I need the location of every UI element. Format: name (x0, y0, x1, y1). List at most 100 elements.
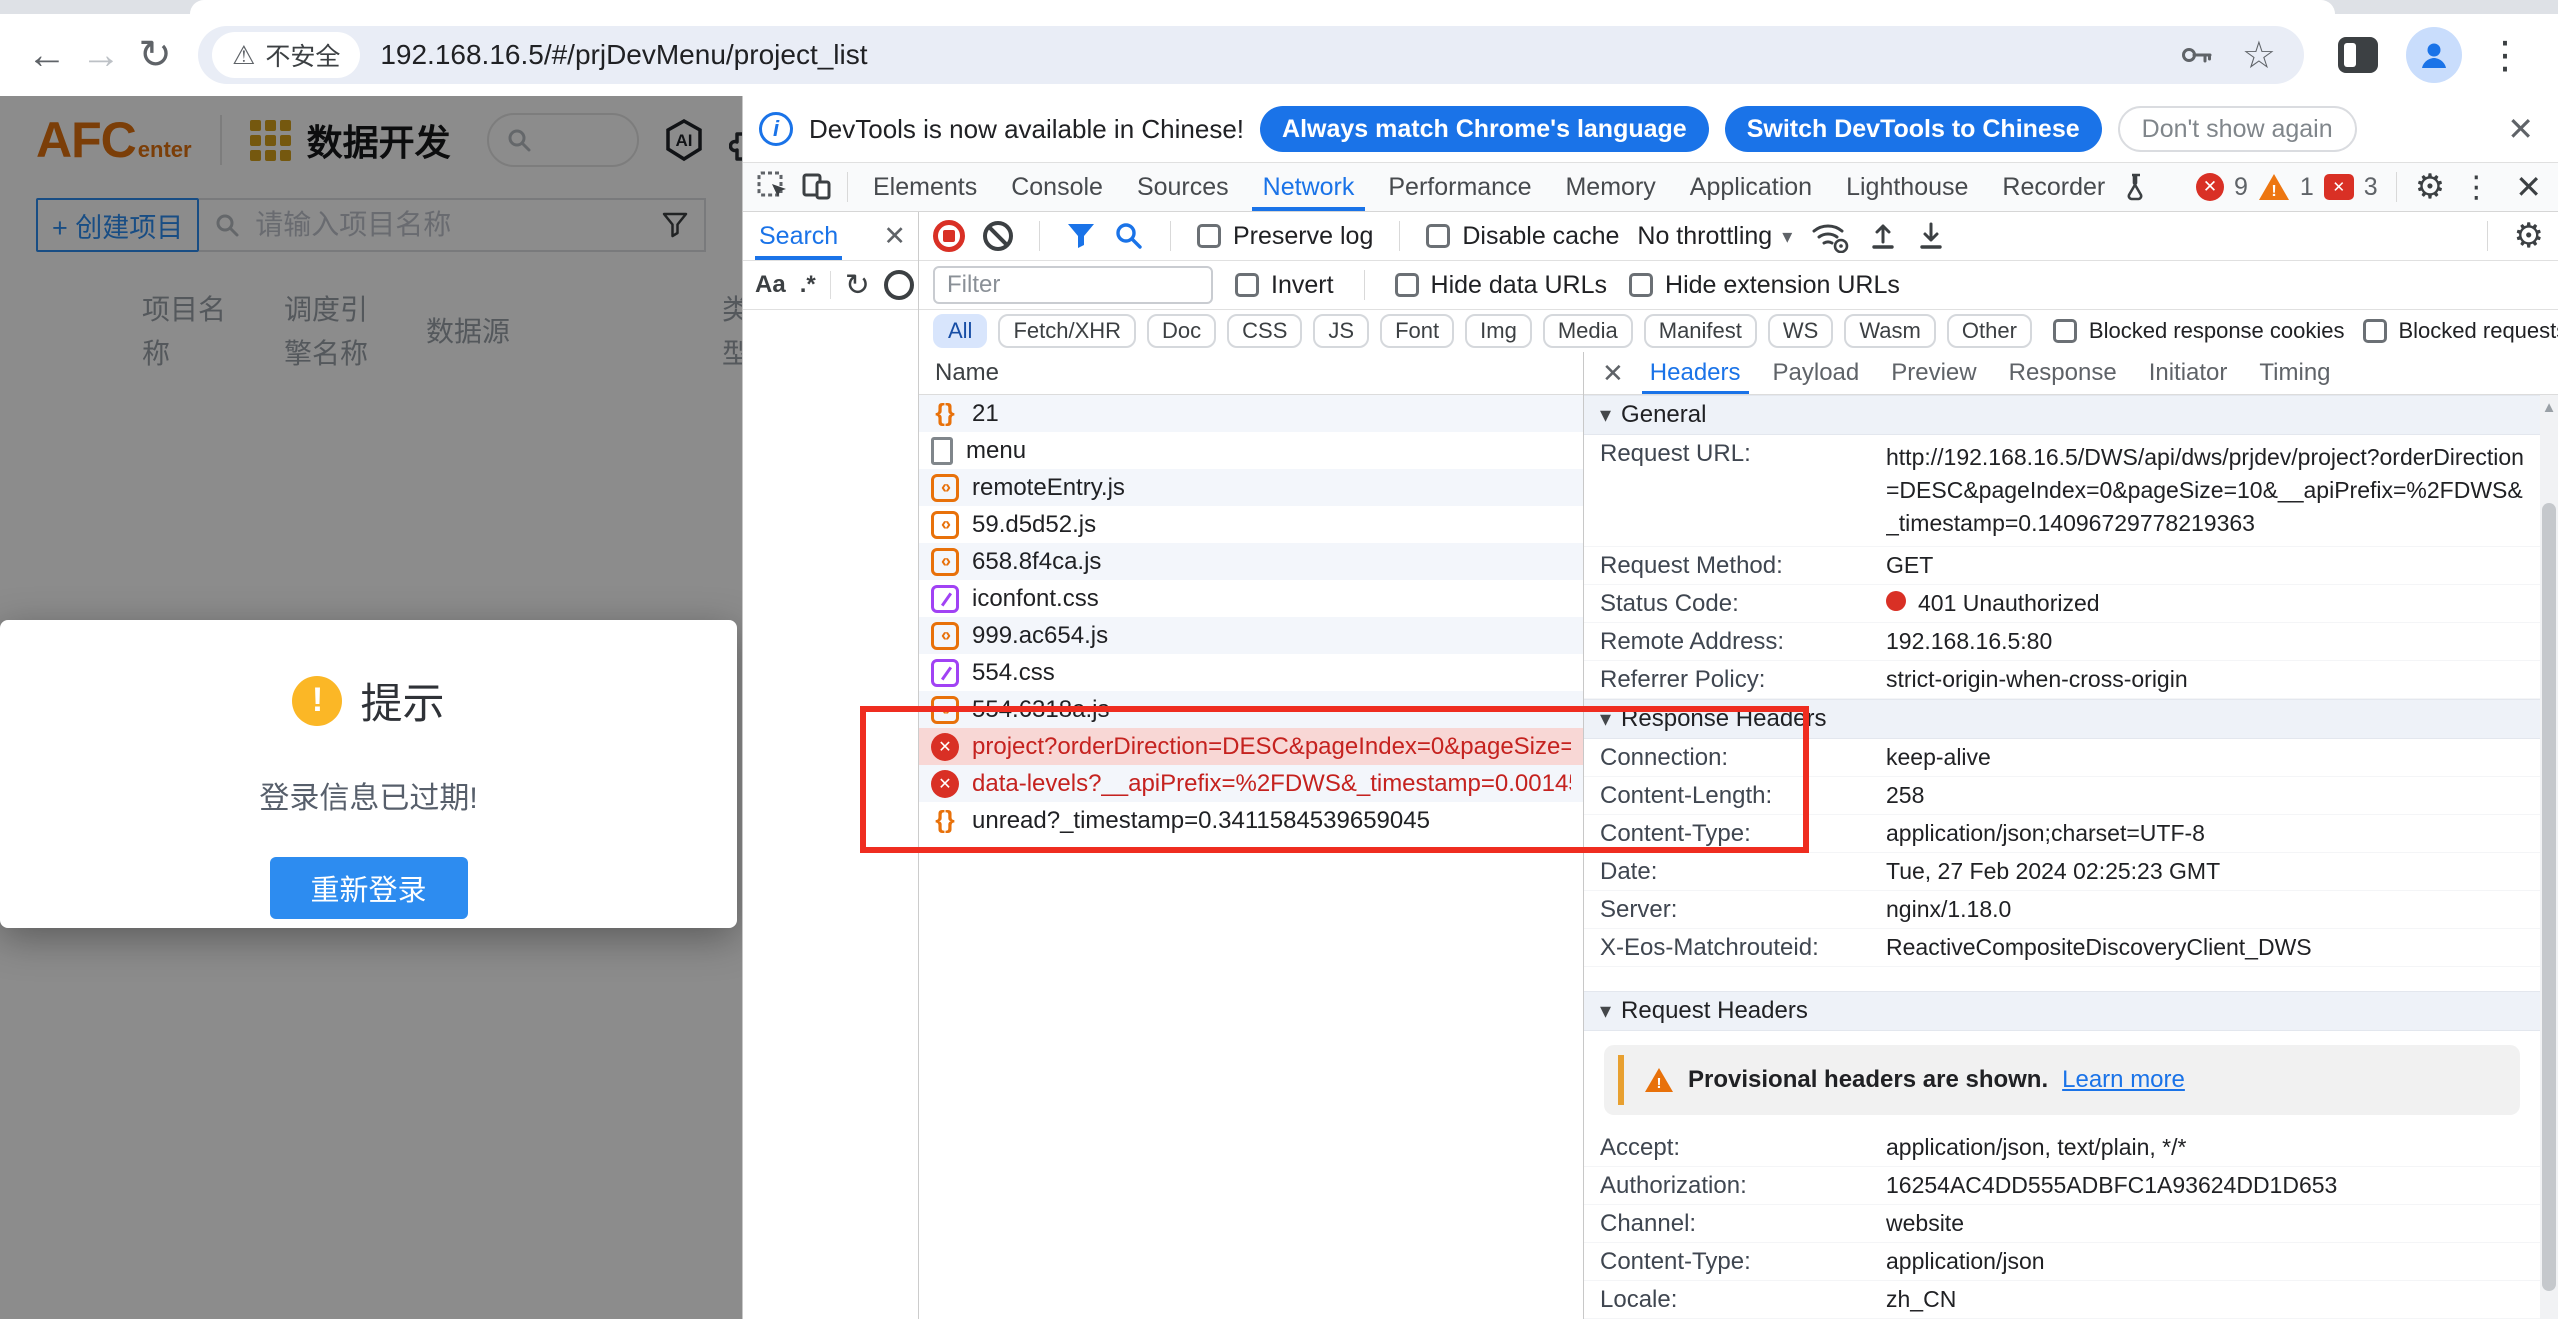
type-filter-chip[interactable]: Media (1543, 314, 1633, 348)
devtools-tab[interactable]: Sources (1120, 163, 1246, 211)
details-tab[interactable]: Timing (2243, 352, 2346, 394)
checkbox-icon[interactable] (1395, 273, 1419, 297)
password-key-icon[interactable] (2180, 38, 2214, 72)
record-network-log-icon[interactable] (933, 220, 965, 252)
learn-more-link[interactable]: Learn more (2062, 1066, 2185, 1094)
checkbox-icon[interactable] (1235, 273, 1259, 297)
type-filter-chip[interactable]: All (933, 314, 987, 348)
request-row[interactable]: remoteEntry.js (919, 469, 1583, 506)
devtools-tab[interactable]: Performance (1371, 163, 1548, 211)
request-row[interactable]: iconfont.css (919, 580, 1583, 617)
relogin-button[interactable]: 重新登录 (270, 857, 468, 919)
scrollbar[interactable]: ▲ (2540, 395, 2558, 1319)
dont-show-again-button[interactable]: Don't show again (2118, 106, 2357, 152)
request-row[interactable]: data-levels?__apiPrefix=%2FDWS&_timestam… (919, 765, 1583, 802)
network-settings-icon[interactable]: ⚙ (2514, 216, 2544, 256)
scrollbar-up-icon[interactable]: ▲ (2540, 395, 2558, 421)
response-headers-section-header[interactable]: Response Headers (1584, 699, 2540, 739)
match-language-button[interactable]: Always match Chrome's language (1260, 106, 1709, 152)
forward-icon[interactable]: → (74, 28, 128, 82)
address-bar[interactable]: ⚠ 不安全 192.168.16.5/#/prjDevMenu/project_… (198, 26, 2304, 84)
scrollbar-thumb[interactable] (2542, 503, 2556, 1291)
request-row[interactable]: 554.css (919, 654, 1583, 691)
hide-data-urls-checkbox[interactable]: Hide data URLs (1395, 271, 1607, 300)
devtools-tab[interactable]: Application (1673, 163, 1829, 211)
error-count[interactable]: 9 (2234, 173, 2248, 202)
type-filter-chip[interactable]: CSS (1227, 314, 1302, 348)
devtools-tab[interactable]: Lighthouse (1829, 163, 1985, 211)
devtools-tab[interactable]: Elements (856, 163, 994, 211)
clear-network-log-icon[interactable] (983, 221, 1013, 251)
security-badge[interactable]: ⚠ 不安全 (212, 32, 360, 78)
request-row[interactable]: 658.8f4ca.js (919, 543, 1583, 580)
filter-funnel-icon[interactable] (1066, 222, 1096, 250)
regex-toggle[interactable]: .* (800, 271, 816, 299)
search-clear-icon[interactable] (884, 270, 914, 300)
devtools-tab[interactable]: Memory (1548, 163, 1672, 211)
details-tab[interactable]: Preview (1875, 352, 1992, 394)
console-errors-icon[interactable]: ✕ (2196, 173, 2224, 201)
browser-menu-icon[interactable]: ⋮ (2486, 33, 2524, 78)
throttling-dropdown[interactable]: No throttling ▾ (1637, 222, 1792, 251)
hide-extension-urls-checkbox[interactable]: Hide extension URLs (1629, 271, 1900, 300)
name-column-header[interactable]: Name (919, 352, 1583, 395)
general-section-header[interactable]: General (1584, 395, 2540, 435)
url-text[interactable]: 192.168.16.5/#/prjDevMenu/project_list (380, 39, 867, 71)
details-tab[interactable]: Initiator (2133, 352, 2244, 394)
warning-count[interactable]: 1 (2300, 173, 2314, 202)
devtools-tab[interactable]: Recorder (1985, 163, 2122, 211)
search-network-icon[interactable] (1114, 221, 1144, 251)
devtools-close-icon[interactable]: ✕ (2507, 168, 2550, 206)
infobar-close-icon[interactable]: ✕ (2499, 110, 2542, 148)
import-har-icon[interactable] (1868, 220, 1898, 252)
search-tab[interactable]: Search (755, 212, 842, 260)
type-filter-chip[interactable]: Img (1465, 314, 1532, 348)
checkbox-icon[interactable] (1629, 273, 1653, 297)
invert-checkbox[interactable]: Invert (1235, 271, 1334, 300)
devtools-settings-icon[interactable]: ⚙ (2415, 167, 2445, 207)
bookmark-star-icon[interactable]: ☆ (2242, 33, 2276, 78)
search-close-icon[interactable]: ✕ (883, 221, 906, 252)
search-refresh-icon[interactable]: ↻ (845, 268, 870, 303)
type-filter-chip[interactable]: JS (1313, 314, 1369, 348)
details-close-icon[interactable]: ✕ (1592, 358, 1634, 389)
type-filter-chip[interactable]: Font (1380, 314, 1454, 348)
device-toolbar-icon[interactable] (795, 166, 839, 208)
preserve-log-checkbox[interactable]: Preserve log (1197, 222, 1373, 251)
devtools-tab[interactable]: Network (1246, 163, 1372, 211)
network-conditions-icon[interactable] (1810, 219, 1850, 253)
back-icon[interactable]: ← (20, 28, 74, 82)
request-row[interactable]: 554.6318a.js (919, 691, 1583, 728)
request-row[interactable]: 59.d5d52.js (919, 506, 1583, 543)
profile-avatar[interactable] (2406, 27, 2462, 83)
disable-cache-checkbox[interactable]: Disable cache (1426, 222, 1619, 251)
devtools-tab[interactable]: Console (994, 163, 1120, 211)
type-filter-chip[interactable]: Other (1947, 314, 2032, 348)
inspect-element-icon[interactable] (751, 166, 795, 208)
console-warnings-icon[interactable]: ! (2258, 172, 2290, 202)
request-row[interactable]: menu (919, 432, 1583, 469)
request-row[interactable]: 999.ac654.js (919, 617, 1583, 654)
extra-filter-checkbox[interactable]: Blocked requests (2363, 318, 2558, 344)
extra-filter-checkbox[interactable]: Blocked response cookies (2053, 318, 2345, 344)
checkbox-icon[interactable] (2053, 319, 2077, 343)
reload-icon[interactable]: ↻ (128, 28, 182, 82)
details-tab[interactable]: Payload (1757, 352, 1876, 394)
request-headers-section-header[interactable]: Request Headers (1584, 991, 2540, 1031)
request-row[interactable]: 21 (919, 395, 1583, 432)
issues-icon[interactable]: ✕ (2324, 174, 2354, 200)
type-filter-chip[interactable]: Manifest (1644, 314, 1757, 348)
details-tab[interactable]: Headers (1634, 352, 1757, 394)
export-har-icon[interactable] (1916, 220, 1946, 252)
side-panel-icon[interactable] (2338, 37, 2378, 73)
request-row[interactable]: project?orderDirection=DESC&pageIndex=0&… (919, 728, 1583, 765)
devtools-menu-icon[interactable]: ⋮ (2455, 170, 2497, 205)
type-filter-chip[interactable]: Doc (1147, 314, 1216, 348)
checkbox-icon[interactable] (1426, 224, 1450, 248)
request-row[interactable]: unread?_timestamp=0.3411584539659045 (919, 802, 1583, 839)
type-filter-chip[interactable]: Wasm (1844, 314, 1936, 348)
issue-count[interactable]: 3 (2364, 173, 2378, 202)
checkbox-icon[interactable] (1197, 224, 1221, 248)
checkbox-icon[interactable] (2363, 319, 2387, 343)
type-filter-chip[interactable]: Fetch/XHR (998, 314, 1136, 348)
